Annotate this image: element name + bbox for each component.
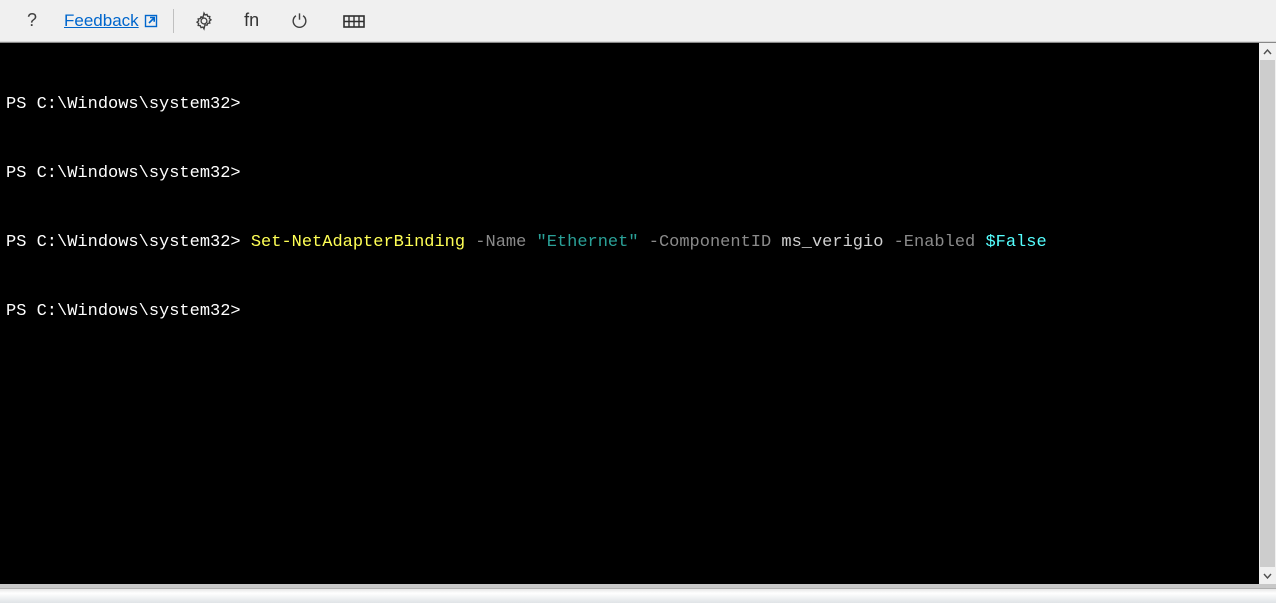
settings-button[interactable] (182, 5, 226, 37)
param-name: -Name (475, 233, 526, 252)
fn-button[interactable]: fn (230, 5, 274, 37)
keyboard-icon (343, 13, 365, 29)
scrollbar[interactable] (1259, 43, 1276, 584)
toolbar-separator (173, 9, 174, 33)
prompt: PS C:\Windows\system32> (6, 164, 241, 183)
terminal-line: PS C:\Windows\system32> (6, 300, 1253, 323)
scroll-up-button[interactable] (1259, 43, 1276, 60)
gear-icon (194, 11, 214, 31)
scroll-down-button[interactable] (1259, 567, 1276, 584)
param-enabled: -Enabled (894, 233, 976, 252)
status-bar (0, 588, 1276, 603)
power-icon (290, 11, 309, 30)
cmdlet: Set-NetAdapterBinding (251, 233, 465, 252)
terminal-container: PS C:\Windows\system32> PS C:\Windows\sy… (0, 42, 1276, 588)
prompt: PS C:\Windows\system32> (6, 302, 241, 321)
toolbar: ? Feedback fn (0, 0, 1276, 42)
arg-componentid: ms_verigio (781, 233, 883, 252)
external-link-icon (143, 13, 159, 29)
terminal-line: PS C:\Windows\system32> (6, 93, 1253, 116)
chevron-up-icon (1263, 49, 1272, 55)
terminal[interactable]: PS C:\Windows\system32> PS C:\Windows\sy… (0, 43, 1259, 584)
feedback-label: Feedback (64, 11, 139, 31)
scrollbar-track[interactable] (1259, 60, 1276, 567)
terminal-line: PS C:\Windows\system32> (6, 162, 1253, 185)
terminal-line: PS C:\Windows\system32> Set-NetAdapterBi… (6, 231, 1253, 254)
scrollbar-thumb[interactable] (1260, 60, 1275, 567)
keyboard-button[interactable] (332, 5, 376, 37)
fn-label: fn (244, 10, 259, 31)
help-button[interactable]: ? (10, 5, 54, 37)
arg-enabled: $False (985, 233, 1046, 252)
help-icon: ? (27, 10, 37, 31)
param-componentid: -ComponentID (649, 233, 771, 252)
power-button[interactable] (278, 5, 322, 37)
prompt: PS C:\Windows\system32> (6, 95, 241, 114)
arg-name: "Ethernet" (537, 233, 639, 252)
feedback-link[interactable]: Feedback (58, 5, 165, 37)
prompt: PS C:\Windows\system32> (6, 233, 241, 252)
chevron-down-icon (1263, 573, 1272, 579)
